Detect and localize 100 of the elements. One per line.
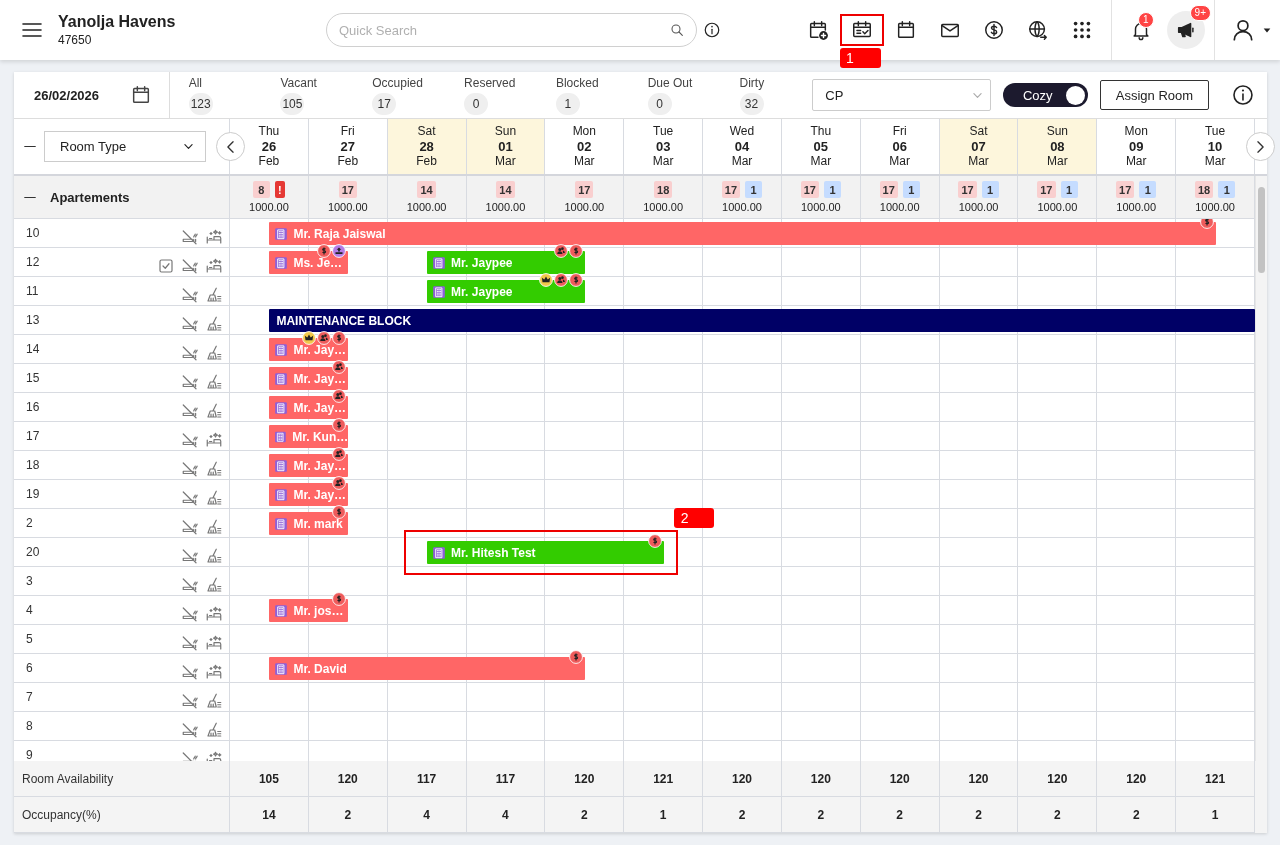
booking-bar[interactable]: Mr. mark (269, 512, 349, 535)
annotation-label: 1 (840, 48, 881, 68)
booking-bar[interactable]: Mr. Raja Jaiswal (269, 222, 1216, 245)
room-type-dropdown[interactable]: Room Type (44, 131, 206, 162)
rate-text: 1000.00 (958, 201, 999, 213)
summary-cell: 120 (703, 761, 782, 797)
date-field[interactable]: 26/02/2026 (14, 72, 170, 118)
count-badge: 17 (958, 181, 977, 198)
broom-icon (205, 721, 223, 739)
globe-icon[interactable] (1027, 19, 1049, 41)
count-badge: 1 (1218, 181, 1236, 198)
count-badge: 17 (1037, 181, 1056, 198)
booking-bar[interactable]: Ms. Je… (269, 251, 349, 274)
broom-icon (205, 286, 223, 304)
booking-bar[interactable]: Mr. David (269, 657, 585, 680)
status-filter-tab[interactable]: All 123 (169, 74, 262, 116)
rate-plan-dropdown[interactable]: CP (812, 79, 991, 111)
summary-label: Occupancy(%) (22, 807, 101, 822)
booking-bar[interactable]: Mr. Hitesh Test (427, 541, 664, 564)
room-number: 15 (26, 371, 40, 385)
broom-icon (205, 576, 223, 594)
count-badge: 14 (417, 181, 436, 198)
clean-bed-icon (205, 228, 223, 246)
group-badge-icon (332, 476, 347, 490)
apps-grid-icon[interactable] (1071, 19, 1093, 41)
crown-badge-icon (538, 273, 553, 287)
booking-bar[interactable]: Mr. Kun… (269, 425, 349, 448)
crown-badge-icon (302, 331, 317, 345)
rate-text: 1000.00 (643, 201, 683, 213)
dollar-badge-icon (332, 592, 347, 606)
scrollbar[interactable] (1255, 176, 1267, 761)
room-group-label: Apartements (50, 189, 130, 205)
calendar-icon[interactable] (130, 84, 152, 106)
notification-count: 1 (1138, 12, 1154, 28)
rate-text: 1000.00 (564, 201, 605, 213)
upload-badge-icon (332, 244, 347, 258)
info-icon[interactable] (1231, 83, 1255, 107)
booking-bar[interactable]: Mr. Jay… (269, 396, 349, 419)
rate-text: 1000.00 (406, 201, 447, 213)
count-badge: 17 (1116, 181, 1135, 198)
info-icon[interactable] (703, 21, 721, 39)
date-header: Sat 07 Mar (939, 119, 1019, 174)
summary-cell: 120 (939, 761, 1019, 797)
summary-cell: 120 (860, 761, 940, 797)
status-filter-tab[interactable]: Vacant 105 (261, 74, 354, 116)
date-header: Sun 01 Mar (466, 119, 546, 174)
dollar-badge-icon (568, 650, 583, 664)
status-filter-tab[interactable]: Occupied 17 (353, 74, 446, 116)
booking-bar[interactable]: Mr. Jay… (269, 483, 349, 506)
building-icon (274, 255, 289, 270)
room-number: 20 (26, 545, 40, 559)
building-icon (274, 661, 289, 676)
collapse-icon[interactable] (24, 195, 36, 199)
booking-bar[interactable]: Mr. Jay… (269, 454, 349, 477)
count-badge: 17 (575, 181, 594, 198)
status-filter-tab[interactable]: Dirty 32 (720, 74, 813, 116)
count-badge: 18 (1194, 181, 1214, 198)
calendar-icon[interactable] (895, 19, 917, 41)
booking-bar[interactable]: Mr. jos… (269, 599, 349, 622)
booking-bar[interactable]: Mr. Jay… (269, 367, 349, 390)
assign-room-button[interactable]: Assign Room (1099, 80, 1210, 110)
rate-text: 1000.00 (249, 201, 289, 213)
room-number: 11 (26, 284, 39, 298)
status-filter-tab[interactable]: Reserved 0 (445, 74, 537, 116)
room-number: 14 (26, 342, 40, 356)
building-icon (432, 545, 447, 560)
previous-button[interactable] (216, 132, 245, 161)
annotation-label: 2 (673, 508, 714, 528)
rate-text: 1000.00 (1116, 201, 1157, 213)
summary-cell: 120 (781, 761, 861, 797)
search-field[interactable]: Quick Search (326, 13, 697, 47)
collapse-icon[interactable] (24, 145, 36, 148)
count-badge: 8 (252, 181, 270, 198)
building-icon (432, 284, 447, 299)
search-icon[interactable] (669, 22, 685, 38)
next-button[interactable] (1246, 132, 1275, 161)
building-icon (274, 342, 289, 357)
dollar-badge-icon (317, 244, 332, 258)
date-header: Sun 08 Mar (1018, 119, 1098, 174)
calendar-add-icon[interactable] (807, 19, 829, 41)
building-icon (432, 255, 447, 270)
maintenance-block[interactable]: MAINTENANCE BLOCK (269, 309, 1255, 332)
booking-bar[interactable]: Mr. Jaypee (427, 280, 585, 303)
date-header: Wed 04 Mar (703, 119, 782, 174)
status-filter-tab[interactable]: Due Out 0 (628, 74, 721, 116)
room-number: 16 (26, 400, 40, 414)
dollar-icon[interactable] (983, 19, 1005, 41)
view-toggle[interactable]: Cozy (1002, 83, 1088, 107)
room-number: 9 (26, 748, 33, 761)
clean-bed-icon (205, 605, 223, 623)
caret-icon[interactable] (1263, 27, 1271, 33)
count-badge: 1 (1060, 181, 1078, 198)
summary-cell: 2 (781, 797, 861, 833)
room-number: 6 (26, 661, 33, 675)
group-badge-icon (332, 360, 347, 374)
booking-bar[interactable]: Mr. Jaypee (427, 251, 585, 274)
date-header: Mon 09 Mar (1097, 119, 1177, 174)
status-filter-tab[interactable]: Blocked 1 (536, 74, 629, 116)
room-number: 12 (26, 255, 40, 269)
count-badge: 1 (745, 181, 763, 198)
